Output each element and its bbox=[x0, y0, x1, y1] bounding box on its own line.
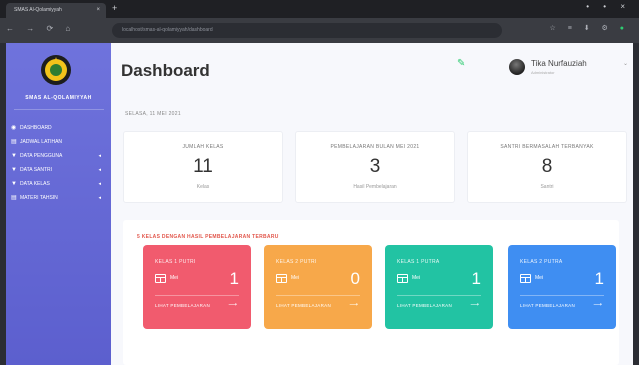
chevron-left-icon: ◂ bbox=[98, 181, 101, 187]
browser-tab[interactable]: SMAS Al-Qolamiyyah × bbox=[6, 3, 106, 18]
stat-card-jumlah-kelas: JUMLAH KELAS 11 Kelas bbox=[123, 131, 283, 203]
current-date: SELASA, 11 MEI 2021 bbox=[125, 111, 181, 117]
status-dot-icon: ● bbox=[619, 25, 629, 32]
panel-title: 5 KELAS DENGAN HASIL PEMBELAJARAN TERBAR… bbox=[137, 234, 279, 240]
stat-unit: Hasil Pembelajaran bbox=[353, 184, 397, 190]
card-divider bbox=[276, 295, 360, 296]
view-learning-link[interactable]: LIHAT PEMBELAJARAN bbox=[276, 303, 331, 308]
stat-value: 11 bbox=[193, 156, 213, 177]
sidebar-item-label: MATERI TAHSIN bbox=[20, 195, 58, 201]
view-learning-link[interactable]: LIHAT PEMBELAJARAN bbox=[155, 303, 210, 308]
sidebar: SMAS AL-QOLAMIYYAH ◉ DASHBOARD ▤ JADWAL … bbox=[6, 43, 111, 365]
arrow-right-icon[interactable]: ⟶ bbox=[470, 301, 479, 308]
chevron-left-icon: ◂ bbox=[98, 195, 101, 201]
class-card: KELAS 2 PUTRI Mei 0 LIHAT PEMBELAJARAN ⟶ bbox=[264, 245, 372, 329]
app-window: SMAS AL-QOLAMIYYAH ◉ DASHBOARD ▤ JADWAL … bbox=[6, 43, 633, 365]
class-card-month: Mei bbox=[535, 275, 544, 281]
stat-card-pembelajaran: PEMBELAJARAN BULAN MEI 2021 3 Hasil Pemb… bbox=[295, 131, 455, 203]
school-logo-icon bbox=[41, 55, 71, 85]
class-card: KELAS 1 PUTRA Mei 1 LIHAT PEMBELAJARAN ⟶ bbox=[385, 245, 493, 329]
dashboard-icon: ◉ bbox=[11, 125, 17, 131]
page-title: Dashboard bbox=[121, 61, 210, 80]
stat-card-santri-bermasalah: SANTRI BERMASALAH TERBANYAK 8 Santri bbox=[467, 131, 627, 203]
sidebar-brand: SMAS AL-QOLAMIYYAH bbox=[25, 95, 92, 101]
stat-label: JUMLAH KELAS bbox=[182, 144, 224, 150]
chevron-left-icon: ◂ bbox=[98, 153, 101, 159]
class-card-label: KELAS 1 PUTRI bbox=[155, 259, 196, 265]
class-card-count: 1 bbox=[471, 269, 481, 288]
new-tab-icon[interactable]: + bbox=[112, 3, 117, 13]
stat-value: 8 bbox=[541, 156, 553, 177]
stat-value: 3 bbox=[369, 156, 381, 177]
book-icon: ▤ bbox=[11, 195, 17, 201]
user-role: Administrator bbox=[531, 70, 555, 75]
card-divider bbox=[520, 295, 604, 296]
class-card-month: Mei bbox=[412, 275, 421, 281]
calendar-icon: ▤ bbox=[11, 139, 17, 145]
class-card-month: Mei bbox=[170, 275, 179, 281]
calendar-icon bbox=[155, 274, 166, 283]
tab-close-icon[interactable]: × bbox=[96, 3, 100, 18]
card-divider bbox=[397, 295, 481, 296]
browser-toolbar: ← → ⟳ ⌂ localhost/smas-al-qolamiyyah/das… bbox=[0, 18, 639, 43]
sidebar-item-label: DASHBOARD bbox=[20, 125, 52, 131]
view-learning-link[interactable]: LIHAT PEMBELAJARAN bbox=[397, 303, 452, 308]
user-name[interactable]: Tika Nurfauziah bbox=[531, 59, 587, 68]
sidebar-item-jadwal-latihan[interactable]: ▤ JADWAL LATIHAN bbox=[6, 135, 111, 149]
class-card-label: KELAS 2 PUTRI bbox=[276, 259, 317, 265]
class-card-count: 1 bbox=[229, 269, 239, 288]
browser-tab-title: SMAS Al-Qolamiyyah bbox=[14, 7, 62, 13]
toolbar-icons[interactable]: ☆ ≡ ⬇ ⚙ bbox=[549, 25, 612, 32]
stat-unit: Kelas bbox=[196, 184, 210, 190]
class-card-month: Mei bbox=[291, 275, 300, 281]
sidebar-item-data-santri[interactable]: ▼ DATA SANTRI ◂ bbox=[6, 163, 111, 177]
class-card-count: 1 bbox=[594, 269, 604, 288]
stat-label: PEMBELAJARAN BULAN MEI 2021 bbox=[330, 144, 420, 150]
latest-classes-panel: 5 KELAS DENGAN HASIL PEMBELAJARAN TERBAR… bbox=[123, 220, 619, 365]
avatar[interactable] bbox=[509, 59, 525, 75]
main-content: Dashboard ✎ Tika Nurfauziah Administrato… bbox=[111, 43, 633, 365]
stat-unit: Santri bbox=[540, 184, 554, 190]
sidebar-divider bbox=[14, 109, 104, 110]
sidebar-item-label: DATA PENGGUNA bbox=[20, 153, 63, 159]
class-card-label: KELAS 1 PUTRA bbox=[397, 259, 440, 265]
filter-icon: ▼ bbox=[11, 167, 17, 173]
calendar-icon bbox=[520, 274, 531, 283]
arrow-right-icon[interactable]: ⟶ bbox=[593, 301, 602, 308]
stat-label: SANTRI BERMASALAH TERBANYAK bbox=[500, 144, 594, 150]
filter-icon: ▼ bbox=[11, 181, 17, 187]
class-card: KELAS 1 PUTRI Mei 1 LIHAT PEMBELAJARAN ⟶ bbox=[143, 245, 251, 329]
class-card-label: KELAS 2 PUTRA bbox=[520, 259, 563, 265]
browser-nav-buttons[interactable]: ← → ⟳ ⌂ bbox=[6, 24, 75, 33]
calendar-icon bbox=[276, 274, 287, 283]
arrow-right-icon[interactable]: ⟶ bbox=[228, 301, 237, 308]
class-card-count: 0 bbox=[350, 269, 360, 288]
filter-icon: ▼ bbox=[11, 153, 17, 159]
chevron-left-icon: ◂ bbox=[98, 167, 101, 173]
sidebar-item-materi-tahsin[interactable]: ▤ MATERI TAHSIN ◂ bbox=[6, 191, 111, 205]
calendar-icon bbox=[397, 274, 408, 283]
sidebar-item-label: DATA SANTRI bbox=[20, 167, 53, 173]
browser-tab-strip: SMAS Al-Qolamiyyah × + • • × bbox=[0, 0, 639, 18]
class-card: KELAS 2 PUTRA Mei 1 LIHAT PEMBELAJARAN ⟶ bbox=[508, 245, 616, 329]
sidebar-item-label: JADWAL LATIHAN bbox=[20, 139, 63, 145]
sidebar-item-data-kelas[interactable]: ▼ DATA KELAS ◂ bbox=[6, 177, 111, 191]
address-bar[interactable]: localhost/smas-al-qolamiyyah/dashboard bbox=[112, 23, 502, 38]
window-controls[interactable]: • • × bbox=[586, 2, 631, 11]
card-divider bbox=[155, 295, 239, 296]
view-learning-link[interactable]: LIHAT PEMBELAJARAN bbox=[520, 303, 575, 308]
sidebar-nav: ◉ DASHBOARD ▤ JADWAL LATIHAN ▼ DATA PENG… bbox=[6, 121, 111, 205]
chevron-down-icon[interactable]: ⌄ bbox=[623, 60, 628, 67]
browser-extension-icons[interactable]: ☆ ≡ ⬇ ⚙ ● bbox=[549, 24, 629, 32]
sidebar-item-data-pengguna[interactable]: ▼ DATA PENGGUNA ◂ bbox=[6, 149, 111, 163]
notification-icon[interactable]: ✎ bbox=[457, 58, 465, 69]
arrow-right-icon[interactable]: ⟶ bbox=[349, 301, 358, 308]
sidebar-item-dashboard[interactable]: ◉ DASHBOARD bbox=[6, 121, 111, 135]
sidebar-item-label: DATA KELAS bbox=[20, 181, 50, 187]
